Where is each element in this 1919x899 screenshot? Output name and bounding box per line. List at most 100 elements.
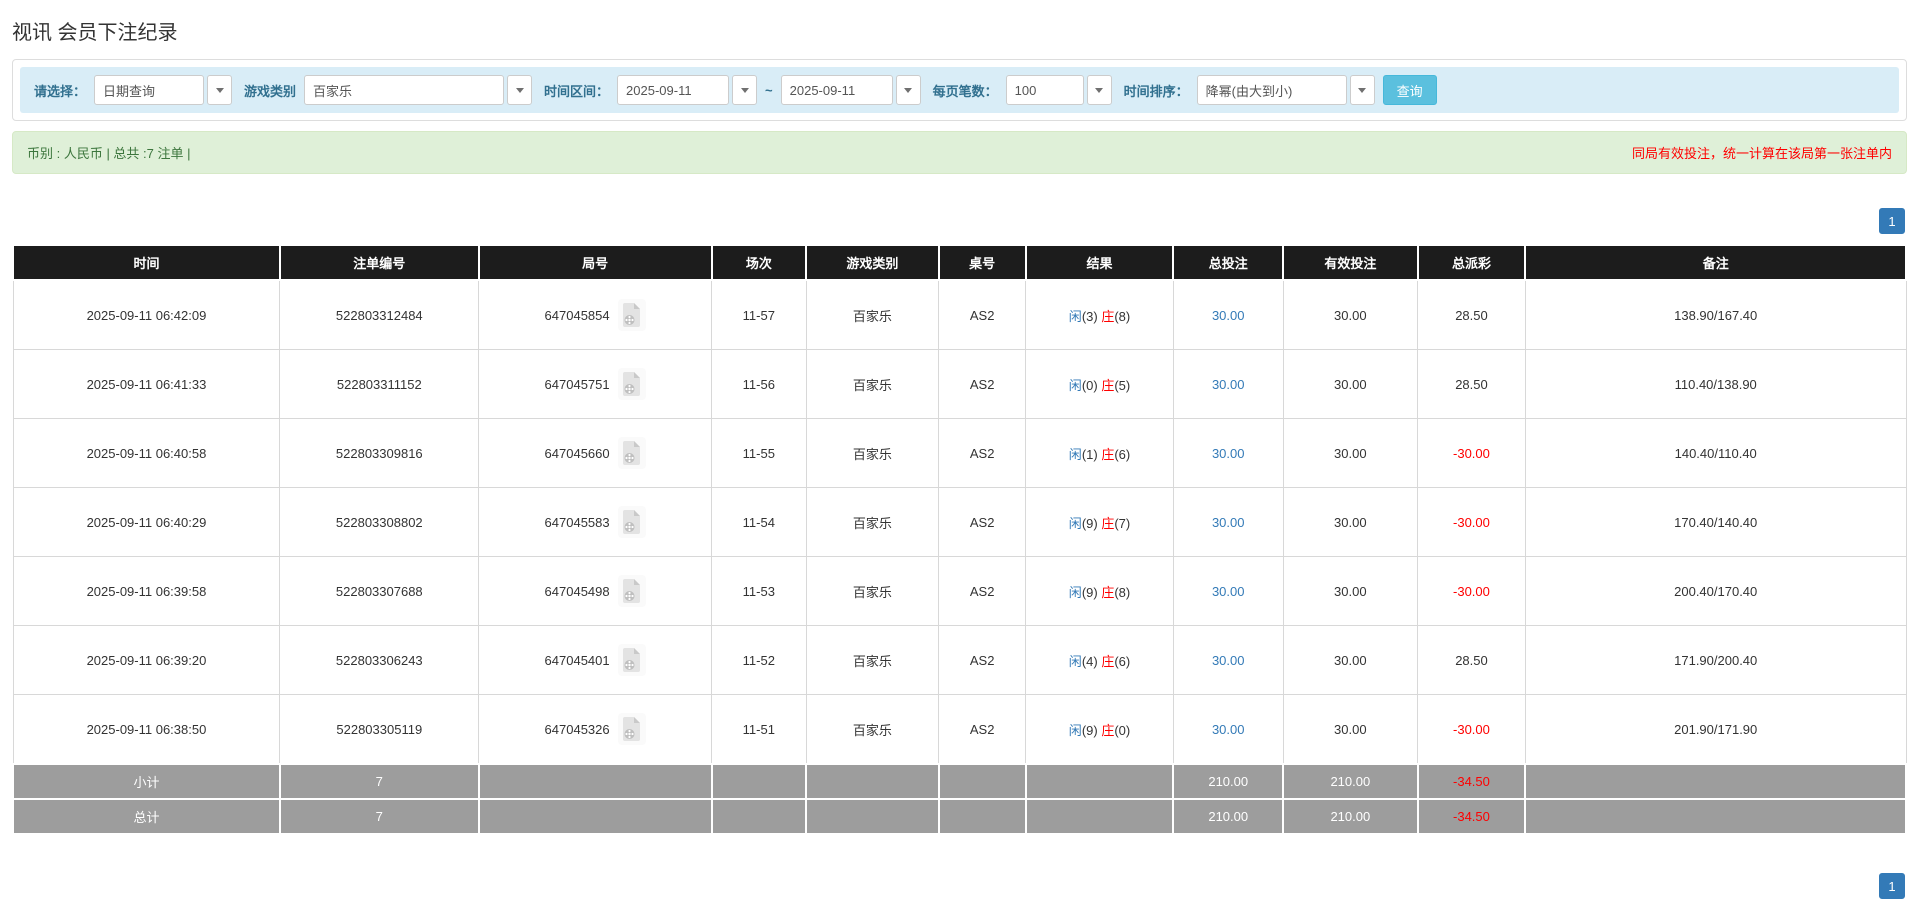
page-size-caret-button[interactable] — [1086, 75, 1112, 105]
cell-time: 2025-09-11 06:38:50 — [12, 694, 281, 765]
cell-valid-bet: 30.00 — [1282, 418, 1419, 488]
result-banker-value: (7) — [1114, 515, 1131, 531]
subtotal-empty-cell — [937, 763, 1027, 800]
grand-total-payout: -34.50 — [1416, 798, 1527, 835]
cell-payout: -30.00 — [1417, 694, 1526, 765]
result-banker-value: (5) — [1114, 377, 1131, 393]
result-player-value: (9) — [1081, 722, 1098, 738]
cell-game-type: 百家乐 — [805, 418, 940, 488]
grand-total-label: 总计 — [12, 798, 281, 835]
video-replay-button[interactable] — [617, 437, 646, 469]
result-player-label: 闲 — [1068, 377, 1082, 393]
mode-select-input[interactable] — [94, 75, 205, 105]
cell-game-type: 百家乐 — [805, 694, 940, 765]
cell-result: 闲(9) 庄(0) — [1025, 694, 1174, 765]
cell-table-no: AS2 — [938, 625, 1027, 695]
cell-table-no: AS2 — [938, 349, 1027, 419]
subtotal-valid-bet: 210.00 — [1282, 763, 1419, 800]
header-game-type: 游戏类别 — [805, 244, 940, 281]
table-row: 2025-09-11 06:42:09 522803312484 6470458… — [12, 279, 1907, 350]
game-type-select-input[interactable] — [304, 75, 505, 105]
cell-time: 2025-09-11 06:40:58 — [12, 418, 281, 488]
cell-result: 闲(4) 庄(6) — [1025, 625, 1174, 695]
payout-value: -30.00 — [1453, 514, 1490, 530]
total-bet-link[interactable]: 30.00 — [1212, 515, 1245, 530]
cell-valid-bet: 30.00 — [1282, 349, 1419, 419]
mode-select-caret-button[interactable] — [207, 75, 233, 105]
cell-game-type: 百家乐 — [805, 625, 940, 695]
cell-valid-bet: 30.00 — [1282, 556, 1419, 626]
video-replay-button[interactable] — [617, 506, 646, 538]
pagination-top: 1 — [12, 208, 1907, 234]
result-player-value: (9) — [1081, 584, 1098, 600]
cell-payout: 28.50 — [1417, 349, 1526, 419]
result-player-value: (0) — [1081, 377, 1098, 393]
round-id-text: 647045326 — [544, 721, 610, 737]
total-bet-link[interactable]: 30.00 — [1212, 446, 1245, 461]
cell-session: 11-53 — [711, 556, 807, 626]
caret-down-icon — [1358, 87, 1367, 93]
cell-table-no: AS2 — [938, 487, 1027, 557]
video-replay-button[interactable] — [617, 299, 646, 331]
video-replay-button[interactable] — [617, 575, 646, 607]
film-document-icon — [622, 303, 640, 327]
cell-remark: 110.40/138.90 — [1524, 349, 1907, 419]
page-size-input[interactable] — [1005, 75, 1084, 105]
grand-total-empty-cell — [477, 798, 713, 835]
cell-valid-bet: 30.00 — [1282, 694, 1419, 765]
total-bet-link[interactable]: 30.00 — [1212, 653, 1245, 668]
cell-valid-bet: 30.00 — [1282, 487, 1419, 557]
cell-payout: 28.50 — [1417, 279, 1526, 350]
game-type-select — [304, 75, 533, 105]
video-replay-button[interactable] — [617, 644, 646, 676]
cell-bet-id: 522803312484 — [279, 279, 480, 350]
payout-value: 28.50 — [1455, 376, 1488, 392]
date-to-input[interactable] — [780, 75, 893, 105]
page-size-select — [1005, 75, 1112, 105]
result-player-value: (3) — [1081, 308, 1098, 324]
table-row: 2025-09-11 06:41:33 522803311152 6470457… — [12, 349, 1907, 419]
cell-time: 2025-09-11 06:39:20 — [12, 625, 281, 695]
result-player-value: (4) — [1081, 653, 1098, 669]
game-type-select-caret-button[interactable] — [507, 75, 533, 105]
page-1-button[interactable]: 1 — [1879, 873, 1905, 899]
cell-total-bet: 30.00 — [1172, 279, 1284, 350]
result-player-label: 闲 — [1068, 722, 1082, 738]
header-session: 场次 — [710, 244, 808, 281]
sort-select-input[interactable] — [1196, 75, 1347, 105]
valid-bet-note: 同局有效投注，统一计算在该局第一张注单内 — [1631, 146, 1892, 161]
caret-down-icon — [515, 87, 524, 93]
search-button[interactable]: 查询 — [1382, 75, 1437, 105]
sort-select-caret-button[interactable] — [1349, 75, 1375, 105]
date-to-caret-button[interactable] — [895, 75, 921, 105]
cell-remark: 201.90/171.90 — [1524, 694, 1907, 765]
total-bet-link[interactable]: 30.00 — [1212, 722, 1245, 737]
total-bet-link[interactable]: 30.00 — [1212, 308, 1245, 323]
cell-total-bet: 30.00 — [1172, 349, 1284, 419]
payout-value: 28.50 — [1455, 652, 1488, 668]
page-title: 视讯 会员下注纪录 — [12, 22, 178, 44]
date-from-input[interactable] — [617, 75, 730, 105]
result-player-label: 闲 — [1068, 584, 1082, 600]
video-replay-button[interactable] — [617, 368, 646, 400]
date-from-caret-button[interactable] — [732, 75, 758, 105]
subtotal-label: 小计 — [12, 763, 281, 800]
video-replay-button[interactable] — [617, 713, 646, 745]
result-banker-label: 庄 — [1101, 722, 1115, 738]
total-bet-link[interactable]: 30.00 — [1212, 377, 1245, 392]
cell-total-bet: 30.00 — [1172, 556, 1284, 626]
page-1-button[interactable]: 1 — [1879, 208, 1905, 234]
subtotal-empty-cell — [710, 763, 808, 800]
result-banker-value: (6) — [1114, 653, 1131, 669]
game-type-label: 游戏类别 — [244, 83, 297, 99]
result-banker-label: 庄 — [1101, 653, 1115, 669]
result-banker-label: 庄 — [1101, 584, 1115, 600]
cell-session: 11-55 — [711, 418, 807, 488]
total-bet-link[interactable]: 30.00 — [1212, 584, 1245, 599]
film-document-icon — [622, 648, 640, 672]
cell-payout: -30.00 — [1417, 418, 1526, 488]
cell-remark: 170.40/140.40 — [1524, 487, 1907, 557]
cell-payout: -30.00 — [1417, 556, 1526, 626]
cell-time: 2025-09-11 06:40:29 — [12, 487, 281, 557]
cell-time: 2025-09-11 06:42:09 — [12, 279, 281, 350]
